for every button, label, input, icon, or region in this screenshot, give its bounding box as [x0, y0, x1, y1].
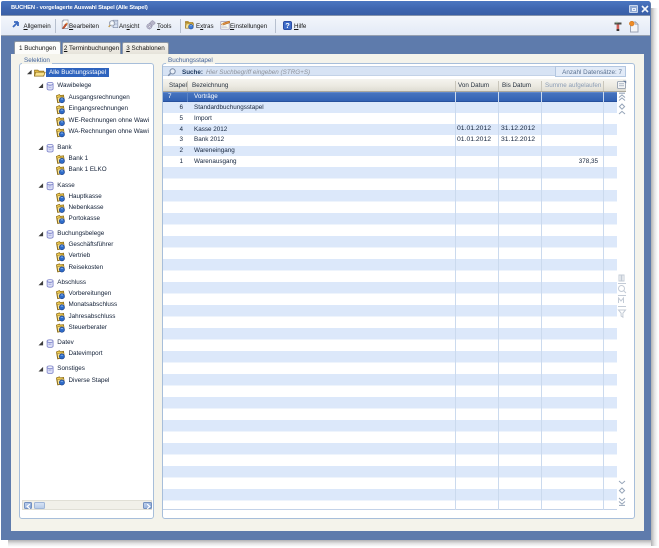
svg-text:?: ?: [285, 21, 290, 30]
